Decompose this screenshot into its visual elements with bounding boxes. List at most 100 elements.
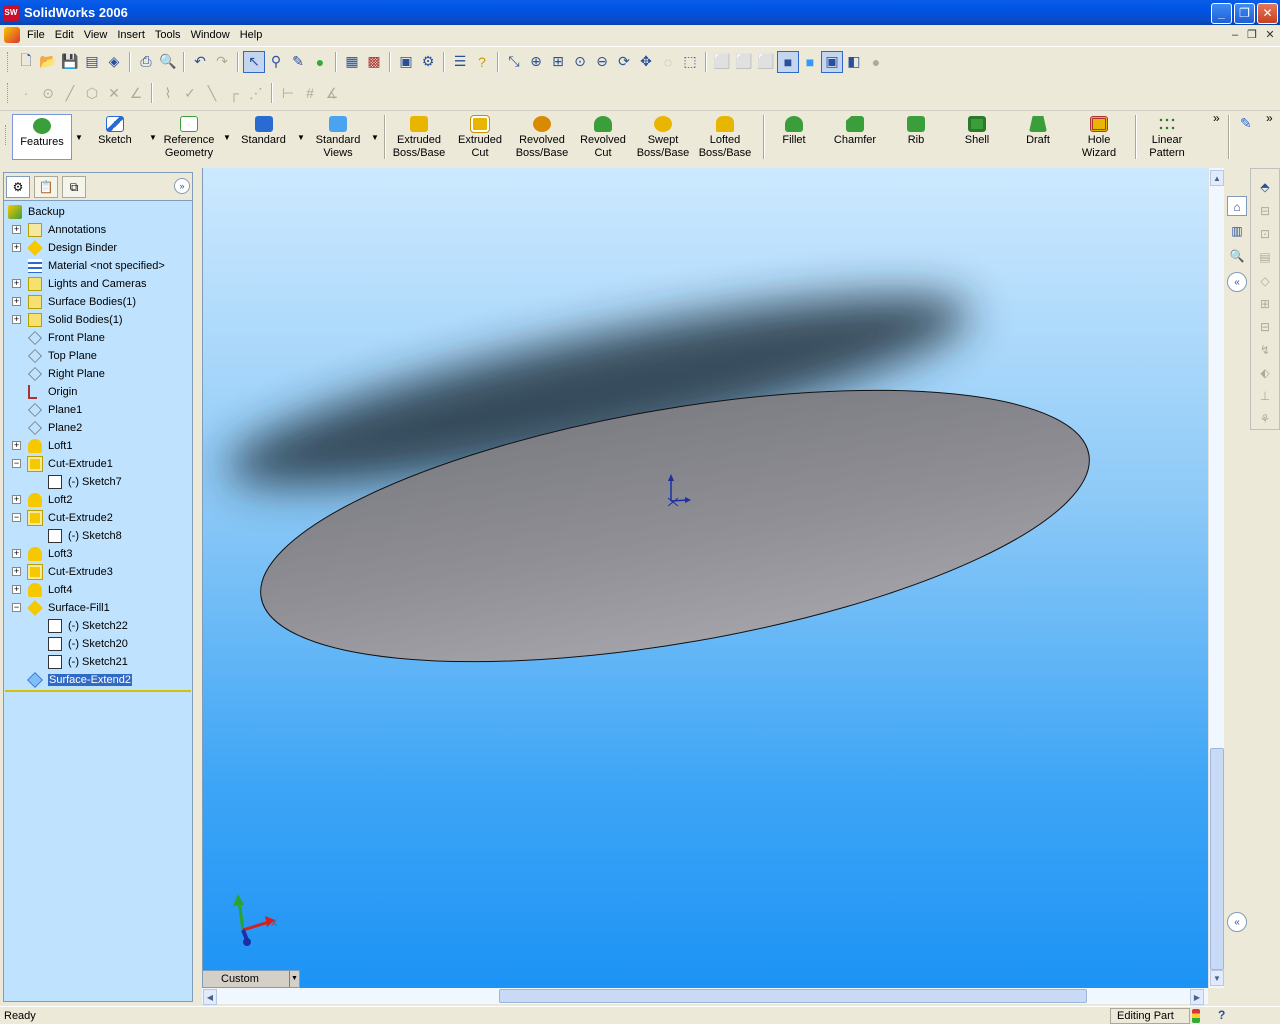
options-icon[interactable]: ▦	[341, 51, 363, 73]
rollback-bar[interactable]	[5, 690, 191, 692]
scroll-right-icon[interactable]: ▶	[1190, 989, 1204, 1005]
measure-tool-icon[interactable]: ⬘	[1255, 177, 1275, 197]
fillet-button[interactable]: Fillet	[772, 113, 816, 161]
document-minimize-button[interactable]: –	[1228, 28, 1242, 42]
point-icon[interactable]: ·	[15, 82, 37, 104]
toolbar-grip[interactable]	[7, 51, 10, 72]
corner-rectangle-icon[interactable]: ┌	[223, 82, 245, 104]
tree-item-design-binder[interactable]: + Design Binder	[4, 239, 190, 257]
boundary-icon[interactable]: ⊟	[1255, 317, 1275, 337]
scroll-down-icon[interactable]: ▼	[1210, 970, 1224, 986]
rotate-view-icon[interactable]: ⟳	[613, 51, 635, 73]
expand-icon[interactable]: +	[12, 585, 21, 594]
collapse-icon[interactable]: −	[12, 513, 21, 522]
menu-view[interactable]: View	[81, 29, 115, 41]
swept-boss-base-button[interactable]: Swept Boss/Base	[634, 113, 692, 161]
collapse-icon[interactable]: −	[12, 603, 21, 612]
features-dropdown-arrow[interactable]: ▼	[75, 133, 83, 142]
sketch-dropdown-arrow[interactable]: ▼	[149, 133, 157, 142]
graphics-area[interactable]: X	[202, 168, 1208, 988]
shaded-icon[interactable]: ■	[799, 51, 821, 73]
menu-insert[interactable]: Insert	[114, 29, 152, 41]
loft-tool-icon[interactable]: ⊞	[1255, 294, 1275, 314]
collapse-task-pane-icon[interactable]: «	[1227, 272, 1247, 292]
expand-icon[interactable]: +	[12, 297, 21, 306]
trim-icon[interactable]: ✕	[103, 82, 125, 104]
extruded-cut-button[interactable]: Extruded Cut	[452, 113, 508, 161]
tree-item-origin[interactable]: Origin	[4, 383, 190, 401]
tree-item-loft1[interactable]: + Loft1	[4, 437, 190, 455]
lofted-boss-base-button[interactable]: Lofted Boss/Base	[695, 113, 755, 161]
smart-dimension-icon[interactable]: ⊢	[277, 82, 299, 104]
tree-item-cut-extrude3[interactable]: + Cut-Extrude3	[4, 563, 190, 581]
reference-geometry-dropdown-arrow[interactable]: ▼	[223, 133, 231, 142]
properties-icon[interactable]: ☰	[449, 51, 471, 73]
grid-snap-icon[interactable]: ⋰	[245, 82, 267, 104]
more-commands-chevron-icon[interactable]: »	[1213, 111, 1220, 125]
shadows-icon[interactable]: ▣	[821, 50, 843, 73]
tree-item-sketch8[interactable]: (-) Sketch8	[4, 527, 190, 545]
collapse-pane-icon[interactable]: «	[1227, 912, 1247, 932]
document-restore-button[interactable]: ❐	[1245, 28, 1259, 42]
expand-icon[interactable]: +	[12, 567, 21, 576]
document-close-button[interactable]: ✕	[1263, 28, 1277, 42]
scroll-up-icon[interactable]: ▲	[1210, 170, 1224, 186]
maximize-button[interactable]: ❐	[1234, 3, 1255, 24]
expand-icon[interactable]: +	[12, 441, 21, 450]
texture-icon[interactable]: ▩	[363, 51, 385, 73]
tree-item-right-plane[interactable]: Right Plane	[4, 365, 190, 383]
design-checker-icon[interactable]: ⚙	[417, 51, 439, 73]
menu-file[interactable]: File	[24, 29, 52, 41]
select-icon[interactable]: ↖	[243, 50, 265, 73]
tree-item-sketch7[interactable]: (-) Sketch7	[4, 473, 190, 491]
rib-button[interactable]: Rib	[894, 113, 938, 161]
tree-item-loft4[interactable]: + Loft4	[4, 581, 190, 599]
expand-icon[interactable]: +	[12, 549, 21, 558]
minimize-button[interactable]: _	[1211, 3, 1232, 24]
line-icon[interactable]: ╱	[59, 82, 81, 104]
sketch-tab-button[interactable]: Sketch	[90, 113, 140, 161]
hidden-lines-removed-icon[interactable]: ⬜	[755, 51, 777, 73]
rebuild-icon[interactable]: ●	[309, 51, 331, 73]
table-icon[interactable]: ▤	[1255, 247, 1275, 267]
draft-button[interactable]: Draft	[1016, 113, 1060, 161]
zoom-in-out-icon[interactable]: ⊙	[569, 51, 591, 73]
zoom-to-selection-icon[interactable]: ⊖	[591, 51, 613, 73]
tree-item-sketch20[interactable]: (-) Sketch20	[4, 635, 190, 653]
shaded-with-edges-icon[interactable]: ■	[777, 50, 799, 73]
select-filter-icon[interactable]: ⚲	[265, 51, 287, 73]
extruded-boss-base-button[interactable]: Extruded Boss/Base	[390, 113, 448, 161]
redo-icon[interactable]: ↷	[211, 51, 233, 73]
feature-tree-tab-icon[interactable]: ⚙	[6, 176, 30, 198]
expand-panel-icon[interactable]: »	[174, 178, 190, 194]
hole-wizard-button[interactable]: Hole Wizard	[1072, 113, 1126, 161]
features-tab-button[interactable]: Features	[12, 114, 72, 160]
tree-item-sketch21[interactable]: (-) Sketch21	[4, 653, 190, 671]
photoworks-icon[interactable]: ▣	[395, 51, 417, 73]
tree-item-surface-fill1[interactable]: − Surface-Fill1	[4, 599, 190, 617]
chevron-down-icon[interactable]: ▼	[289, 971, 299, 987]
knit-icon[interactable]: ⚘	[1255, 409, 1275, 429]
expand-icon[interactable]: +	[12, 315, 21, 324]
scroll-left-icon[interactable]: ◀	[203, 989, 217, 1005]
tree-item-plane1[interactable]: Plane1	[4, 401, 190, 419]
new-document-icon[interactable]: 🗋	[15, 51, 37, 73]
expand-icon[interactable]: +	[12, 225, 21, 234]
revolved-boss-base-button[interactable]: Revolved Boss/Base	[512, 113, 572, 161]
shell-button[interactable]: Shell	[955, 113, 999, 161]
expand-icon[interactable]: +	[12, 495, 21, 504]
tree-item-surface-extend2[interactable]: Surface-Extend2	[4, 671, 190, 689]
rebuild-status-icon[interactable]	[1192, 1009, 1200, 1023]
menu-window[interactable]: Window	[188, 29, 237, 41]
section-view-icon[interactable]: ◧	[843, 51, 865, 73]
view-orientation-icon[interactable]: ⬚	[679, 51, 701, 73]
tree-item-loft3[interactable]: + Loft3	[4, 545, 190, 563]
property-manager-tab-icon[interactable]: 📋	[34, 176, 58, 198]
tree-item-cut-extrude2[interactable]: − Cut-Extrude2	[4, 509, 190, 527]
file-explorer-icon[interactable]: 🔍	[1227, 246, 1247, 266]
tree-item-annotations[interactable]: + Annotations	[4, 221, 190, 239]
tree-item-solid-bodies-1[interactable]: + Solid Bodies(1)	[4, 311, 190, 329]
zoom-to-fit-icon[interactable]: ⊕	[525, 51, 547, 73]
tree-item-loft2[interactable]: + Loft2	[4, 491, 190, 509]
vertical-scroll-thumb[interactable]	[1210, 748, 1224, 970]
